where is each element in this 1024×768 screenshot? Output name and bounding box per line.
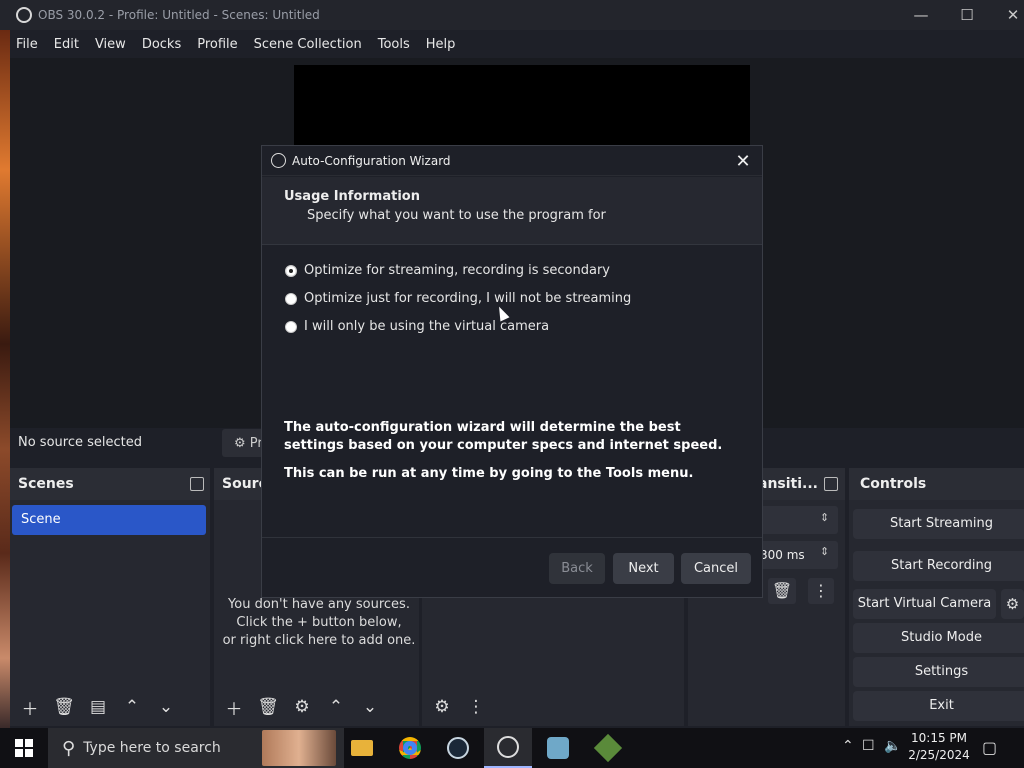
settings-button[interactable]: Settings [853, 657, 1024, 687]
scene-list-item[interactable]: Scene [12, 505, 206, 535]
option-virtual-camera[interactable]: I will only be using the virtual camera [285, 319, 549, 334]
gear-icon: ⚙ [234, 435, 246, 451]
menu-scene-collection[interactable]: Scene Collection [254, 37, 362, 52]
back-button[interactable]: Back [549, 553, 605, 584]
steam-icon[interactable] [434, 728, 482, 768]
empty-sources-line2: Click the + button below, [236, 615, 402, 630]
close-icon[interactable]: ✕ [732, 150, 754, 172]
controls-title: Controls [849, 468, 1024, 500]
clock-time: 10:15 PM [911, 731, 967, 745]
spin-icon[interactable]: ⇕ [820, 545, 829, 558]
window-title: OBS 30.0.2 - Profile: Untitled - Scenes:… [38, 8, 320, 22]
option-virtual-camera-label: I will only be using the virtual camera [304, 319, 550, 334]
exit-button[interactable]: Exit [853, 691, 1024, 721]
start-virtual-camera-button[interactable]: Start Virtual Camera [853, 589, 996, 619]
start-streaming-button[interactable]: Start Streaming [853, 509, 1024, 539]
empty-sources-line3: or right click here to add one. [222, 633, 416, 648]
wizard-tools-hint: This can be run at any time by going to … [284, 466, 694, 481]
minecraft-icon[interactable] [584, 728, 632, 768]
wizard-info-text: The auto-configuration wizard will deter… [284, 420, 723, 453]
menu-view[interactable]: View [95, 37, 126, 52]
add-scene-icon[interactable]: ＋ [16, 693, 44, 721]
menu-file[interactable]: File [16, 37, 38, 52]
windows-start-icon[interactable] [0, 728, 48, 768]
undock-icon[interactable] [824, 477, 838, 491]
kebab-menu-icon[interactable]: ⋮ [462, 693, 490, 721]
audio-toolbar: ⚙ ⋮ [422, 688, 684, 726]
filter-icon[interactable]: ▤ [84, 693, 112, 721]
menu-bar: File Edit View Docks Profile Scene Colle… [10, 30, 1024, 58]
trash-icon[interactable]: 🗑 [50, 693, 78, 721]
volume-muted-icon[interactable]: 🔈 [884, 738, 901, 754]
scenes-title: Scenes [10, 468, 210, 500]
option-recording-label: Optimize just for recording, I will not … [304, 291, 632, 306]
menu-docks[interactable]: Docks [142, 37, 181, 52]
minimize-button[interactable]: — [898, 0, 944, 30]
usage-info-title: Usage Information [284, 189, 420, 204]
kebab-menu-icon[interactable]: ⋮ [808, 578, 834, 604]
option-recording[interactable]: Optimize just for recording, I will not … [285, 291, 631, 306]
network-icon[interactable]: ☐ [862, 738, 875, 754]
empty-sources-line1: You don't have any sources. [228, 597, 410, 612]
chevron-up-icon[interactable]: ⌃ [842, 738, 854, 754]
next-button[interactable]: Next [613, 553, 674, 584]
radio-checked-icon[interactable] [285, 264, 297, 277]
obs-logo-icon [271, 153, 286, 168]
chevron-updown-icon: ⇕ [820, 511, 830, 524]
empty-sources-message: You don't have any sources. Click the + … [222, 596, 416, 650]
trash-icon[interactable]: 🗑 [254, 693, 282, 721]
menu-help[interactable]: Help [426, 37, 456, 52]
dialog-divider [262, 537, 762, 538]
duration-value: 300 ms [760, 548, 805, 562]
obs-logo-icon [16, 7, 32, 23]
start-recording-button[interactable]: Start Recording [853, 551, 1024, 581]
move-up-icon[interactable]: ⌃ [322, 693, 350, 721]
move-down-icon[interactable]: ⌄ [356, 693, 384, 721]
trash-icon[interactable]: 🗑 [768, 578, 796, 604]
no-source-label: No source selected [18, 435, 142, 450]
app-icon[interactable] [534, 728, 582, 768]
preview-canvas[interactable] [294, 65, 750, 155]
usage-info-subtitle: Specify what you want to use the program… [307, 208, 606, 223]
notification-icon[interactable]: ▢ [982, 738, 997, 757]
search-placeholder: Type here to search [83, 740, 221, 756]
sources-toolbar: ＋ 🗑 ⚙ ⌃ ⌄ [214, 688, 419, 726]
radio-icon[interactable] [285, 292, 297, 305]
search-highlight-image [262, 730, 336, 766]
close-window-button[interactable]: ✕ [990, 0, 1024, 30]
undock-icon[interactable] [190, 477, 204, 491]
desktop-wallpaper [0, 30, 10, 728]
move-down-icon[interactable]: ⌄ [152, 693, 180, 721]
chrome-icon[interactable] [386, 728, 434, 768]
virtual-camera-gear-icon[interactable]: ⚙ [1001, 589, 1024, 619]
studio-mode-button[interactable]: Studio Mode [853, 623, 1024, 653]
dialog-title-bar: Auto-Configuration Wizard ✕ [262, 146, 762, 176]
obs-icon[interactable] [484, 728, 532, 768]
scenes-toolbar: ＋ 🗑 ▤ ⌃ ⌄ [10, 688, 210, 726]
menu-profile[interactable]: Profile [197, 37, 237, 52]
add-source-icon[interactable]: ＋ [220, 693, 248, 721]
menu-tools[interactable]: Tools [378, 37, 410, 52]
gear-icon[interactable]: ⚙ [288, 693, 316, 721]
taskbar-clock[interactable]: 10:15 PM 2/25/2024 [900, 730, 978, 764]
dialog-title: Auto-Configuration Wizard [292, 153, 451, 168]
auto-config-wizard-dialog: Auto-Configuration Wizard ✕ Usage Inform… [261, 145, 763, 598]
clock-date: 2/25/2024 [908, 748, 970, 762]
file-explorer-icon[interactable] [338, 728, 386, 768]
title-bar: OBS 30.0.2 - Profile: Untitled - Scenes:… [0, 0, 1024, 30]
search-icon: ⚲ [62, 737, 76, 759]
advanced-audio-gear-icon[interactable]: ⚙ [428, 693, 456, 721]
option-streaming-label: Optimize for streaming, recording is sec… [304, 263, 611, 278]
radio-icon[interactable] [285, 320, 297, 333]
option-streaming[interactable]: Optimize for streaming, recording is sec… [285, 263, 610, 278]
maximize-button[interactable]: ☐ [944, 0, 990, 30]
move-up-icon[interactable]: ⌃ [118, 693, 146, 721]
dialog-header: Usage Information Specify what you want … [262, 177, 762, 245]
cancel-button[interactable]: Cancel [681, 553, 751, 584]
menu-edit[interactable]: Edit [54, 37, 79, 52]
